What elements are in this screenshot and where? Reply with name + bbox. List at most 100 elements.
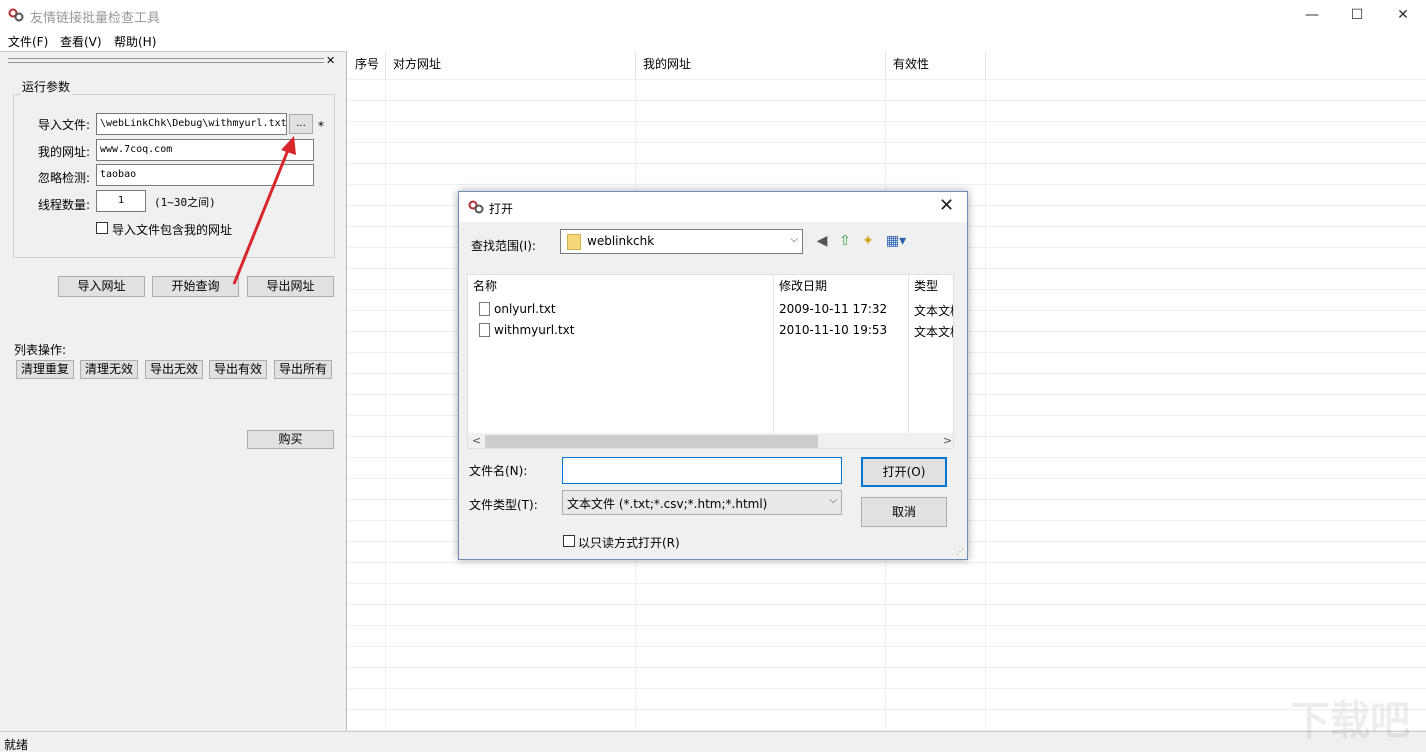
column-header-target-url[interactable]: 对方网址: [386, 51, 636, 79]
dialog-close-button[interactable]: ✕: [939, 195, 954, 216]
file-column-type[interactable]: 类型: [909, 275, 954, 297]
grid-line: [985, 79, 986, 731]
list-ops-label: 列表操作:: [14, 341, 66, 358]
group-title: 运行参数: [20, 78, 72, 95]
filetype-value: 文本文件 (*.txt;*.csv;*.htm;*.html): [567, 495, 767, 512]
browse-button[interactable]: ...: [289, 114, 313, 134]
threads-hint: (1~30之间): [154, 194, 216, 210]
open-file-dialog: 打开 ✕ 查找范围(I): weblinkchk ⌵ ◀ ⇧ ✦ ▦▾ 名称 ^…: [458, 191, 968, 560]
readonly-checkbox[interactable]: [563, 535, 575, 547]
close-window-button[interactable]: ✕: [1380, 0, 1426, 31]
look-in-combo[interactable]: weblinkchk ⌵: [560, 229, 803, 254]
grid-line: [348, 562, 1426, 563]
grid-line: [348, 184, 1426, 185]
my-url-field[interactable]: www.7coq.com: [96, 139, 314, 161]
resize-grip-icon[interactable]: ⋰: [956, 547, 964, 556]
folder-icon: [567, 234, 581, 250]
filename-label: 文件名(N):: [469, 462, 527, 479]
dialog-title-bar: 打开 ✕: [459, 192, 967, 222]
scrollbar-thumb[interactable]: [485, 435, 818, 448]
maximize-button[interactable]: ☐: [1334, 0, 1380, 31]
import-urls-button[interactable]: 导入网址: [58, 276, 145, 297]
filetype-combo[interactable]: 文本文件 (*.txt;*.csv;*.htm;*.html) ⌵: [562, 490, 842, 515]
chevron-down-icon: ⌵: [790, 234, 798, 245]
dedupe-button[interactable]: 清理重复: [16, 360, 74, 379]
status-text: 就绪: [4, 736, 28, 752]
filename-input[interactable]: [562, 457, 842, 484]
back-icon[interactable]: ◀: [813, 232, 831, 250]
look-in-label: 查找范围(I):: [471, 237, 536, 254]
menu-bar: 文件(F) 查看(V) 帮助(H): [0, 31, 1426, 51]
export-valid-button[interactable]: 导出有效: [209, 360, 267, 379]
import-file-field[interactable]: \webLinkChk\Debug\withmyurl.txt: [96, 113, 287, 135]
column-separator: [773, 275, 774, 433]
grid-line: [348, 688, 1426, 689]
grid-line: [348, 163, 1426, 164]
threads-label: 线程数量:: [38, 196, 90, 213]
column-separator: [908, 275, 909, 433]
readonly-label: 以只读方式打开(R): [578, 534, 680, 551]
export-invalid-button[interactable]: 导出无效: [145, 360, 203, 379]
column-header-my-url[interactable]: 我的网址: [636, 51, 886, 79]
buy-button[interactable]: 购买: [247, 430, 334, 449]
clear-invalid-button[interactable]: 清理无效: [80, 360, 138, 379]
export-urls-button[interactable]: 导出网址: [247, 276, 334, 297]
chain-link-icon: [468, 199, 484, 215]
grid-line: [348, 646, 1426, 647]
cancel-button[interactable]: 取消: [861, 497, 947, 527]
import-file-label: 导入文件:: [38, 116, 90, 133]
panel-grip[interactable]: [8, 58, 324, 63]
grid-line: [385, 79, 386, 731]
file-type: 文本文档: [914, 323, 954, 340]
scroll-left-icon[interactable]: <: [472, 434, 481, 447]
status-bar: 就绪: [0, 731, 1426, 752]
minimize-button[interactable]: —: [1289, 0, 1335, 31]
ignore-field[interactable]: taobao: [96, 164, 314, 186]
grid-line: [348, 604, 1426, 605]
column-header-index[interactable]: 序号: [348, 51, 386, 79]
column-header-validity[interactable]: 有效性: [886, 51, 986, 79]
view-menu-icon[interactable]: ▦▾: [883, 232, 909, 250]
grid-line: [348, 79, 1426, 80]
panel-close-button[interactable]: ✕: [326, 54, 335, 67]
grid-line: [348, 583, 1426, 584]
grid-line: [348, 709, 1426, 710]
grid-line: [348, 121, 1426, 122]
grid-line: [348, 625, 1426, 626]
file-list[interactable]: 名称 ^ 修改日期 类型 onlyurl.txt 2009-10-11 17:3…: [467, 274, 954, 449]
scroll-right-icon[interactable]: >: [943, 434, 952, 447]
chain-link-icon: [8, 7, 24, 23]
required-asterisk: *: [318, 119, 324, 133]
window-title: 友情链接批量检查工具: [30, 7, 160, 26]
sort-up-icon: ^: [616, 274, 624, 282]
title-bar: 友情链接批量检查工具 — ☐ ✕: [0, 0, 1426, 31]
grid-line: [348, 142, 1426, 143]
chevron-down-icon: ⌵: [829, 495, 837, 506]
parameters-panel: ✕ 运行参数 导入文件: \webLinkChk\Debug\withmyurl…: [0, 51, 347, 731]
include-my-url-checkbox[interactable]: [96, 222, 108, 234]
open-button[interactable]: 打开(O): [861, 457, 947, 487]
look-in-value: weblinkchk: [587, 234, 654, 248]
menu-help[interactable]: 帮助(H): [114, 33, 156, 50]
new-folder-icon[interactable]: ✦: [859, 232, 877, 250]
grid-line: [348, 100, 1426, 101]
file-date: 2010-11-10 19:53: [779, 323, 887, 337]
dialog-title: 打开: [489, 200, 513, 217]
file-name[interactable]: withmyurl.txt: [494, 323, 574, 337]
export-all-button[interactable]: 导出所有: [274, 360, 332, 379]
filetype-label: 文件类型(T):: [469, 496, 538, 513]
threads-field[interactable]: 1: [96, 190, 146, 212]
horizontal-scrollbar[interactable]: < >: [468, 433, 954, 449]
my-url-label: 我的网址:: [38, 143, 90, 160]
watermark: 下载吧: [1290, 688, 1410, 746]
text-file-icon: [479, 323, 490, 337]
file-column-date[interactable]: 修改日期: [774, 275, 909, 297]
start-query-button[interactable]: 开始查询: [152, 276, 239, 297]
file-date: 2009-10-11 17:32: [779, 302, 887, 316]
text-file-icon: [479, 302, 490, 316]
file-name[interactable]: onlyurl.txt: [494, 302, 556, 316]
menu-file[interactable]: 文件(F): [8, 33, 48, 50]
menu-view[interactable]: 查看(V): [60, 33, 102, 50]
file-type: 文本文档: [914, 302, 954, 319]
up-folder-icon[interactable]: ⇧: [836, 232, 854, 250]
